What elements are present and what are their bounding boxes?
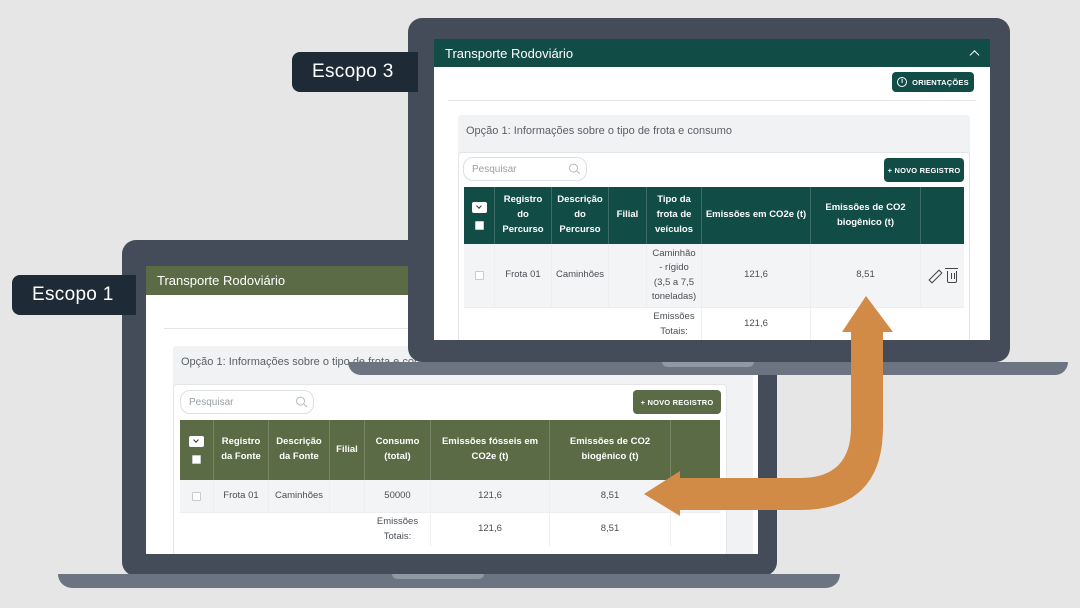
- double-arrow-icon: [644, 296, 893, 516]
- arrow-shape: [644, 296, 893, 516]
